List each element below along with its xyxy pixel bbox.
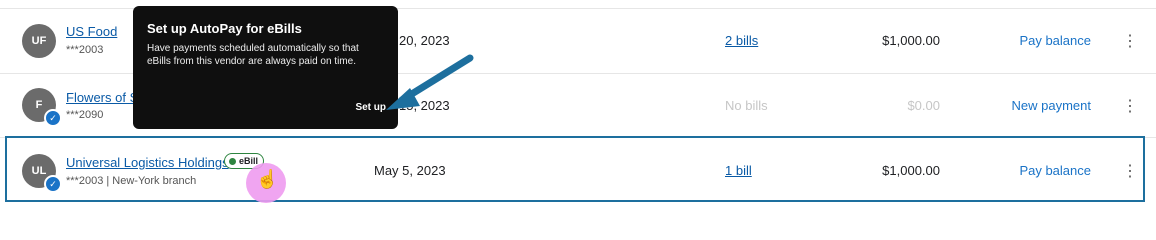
annotation-arrow [386, 54, 474, 110]
